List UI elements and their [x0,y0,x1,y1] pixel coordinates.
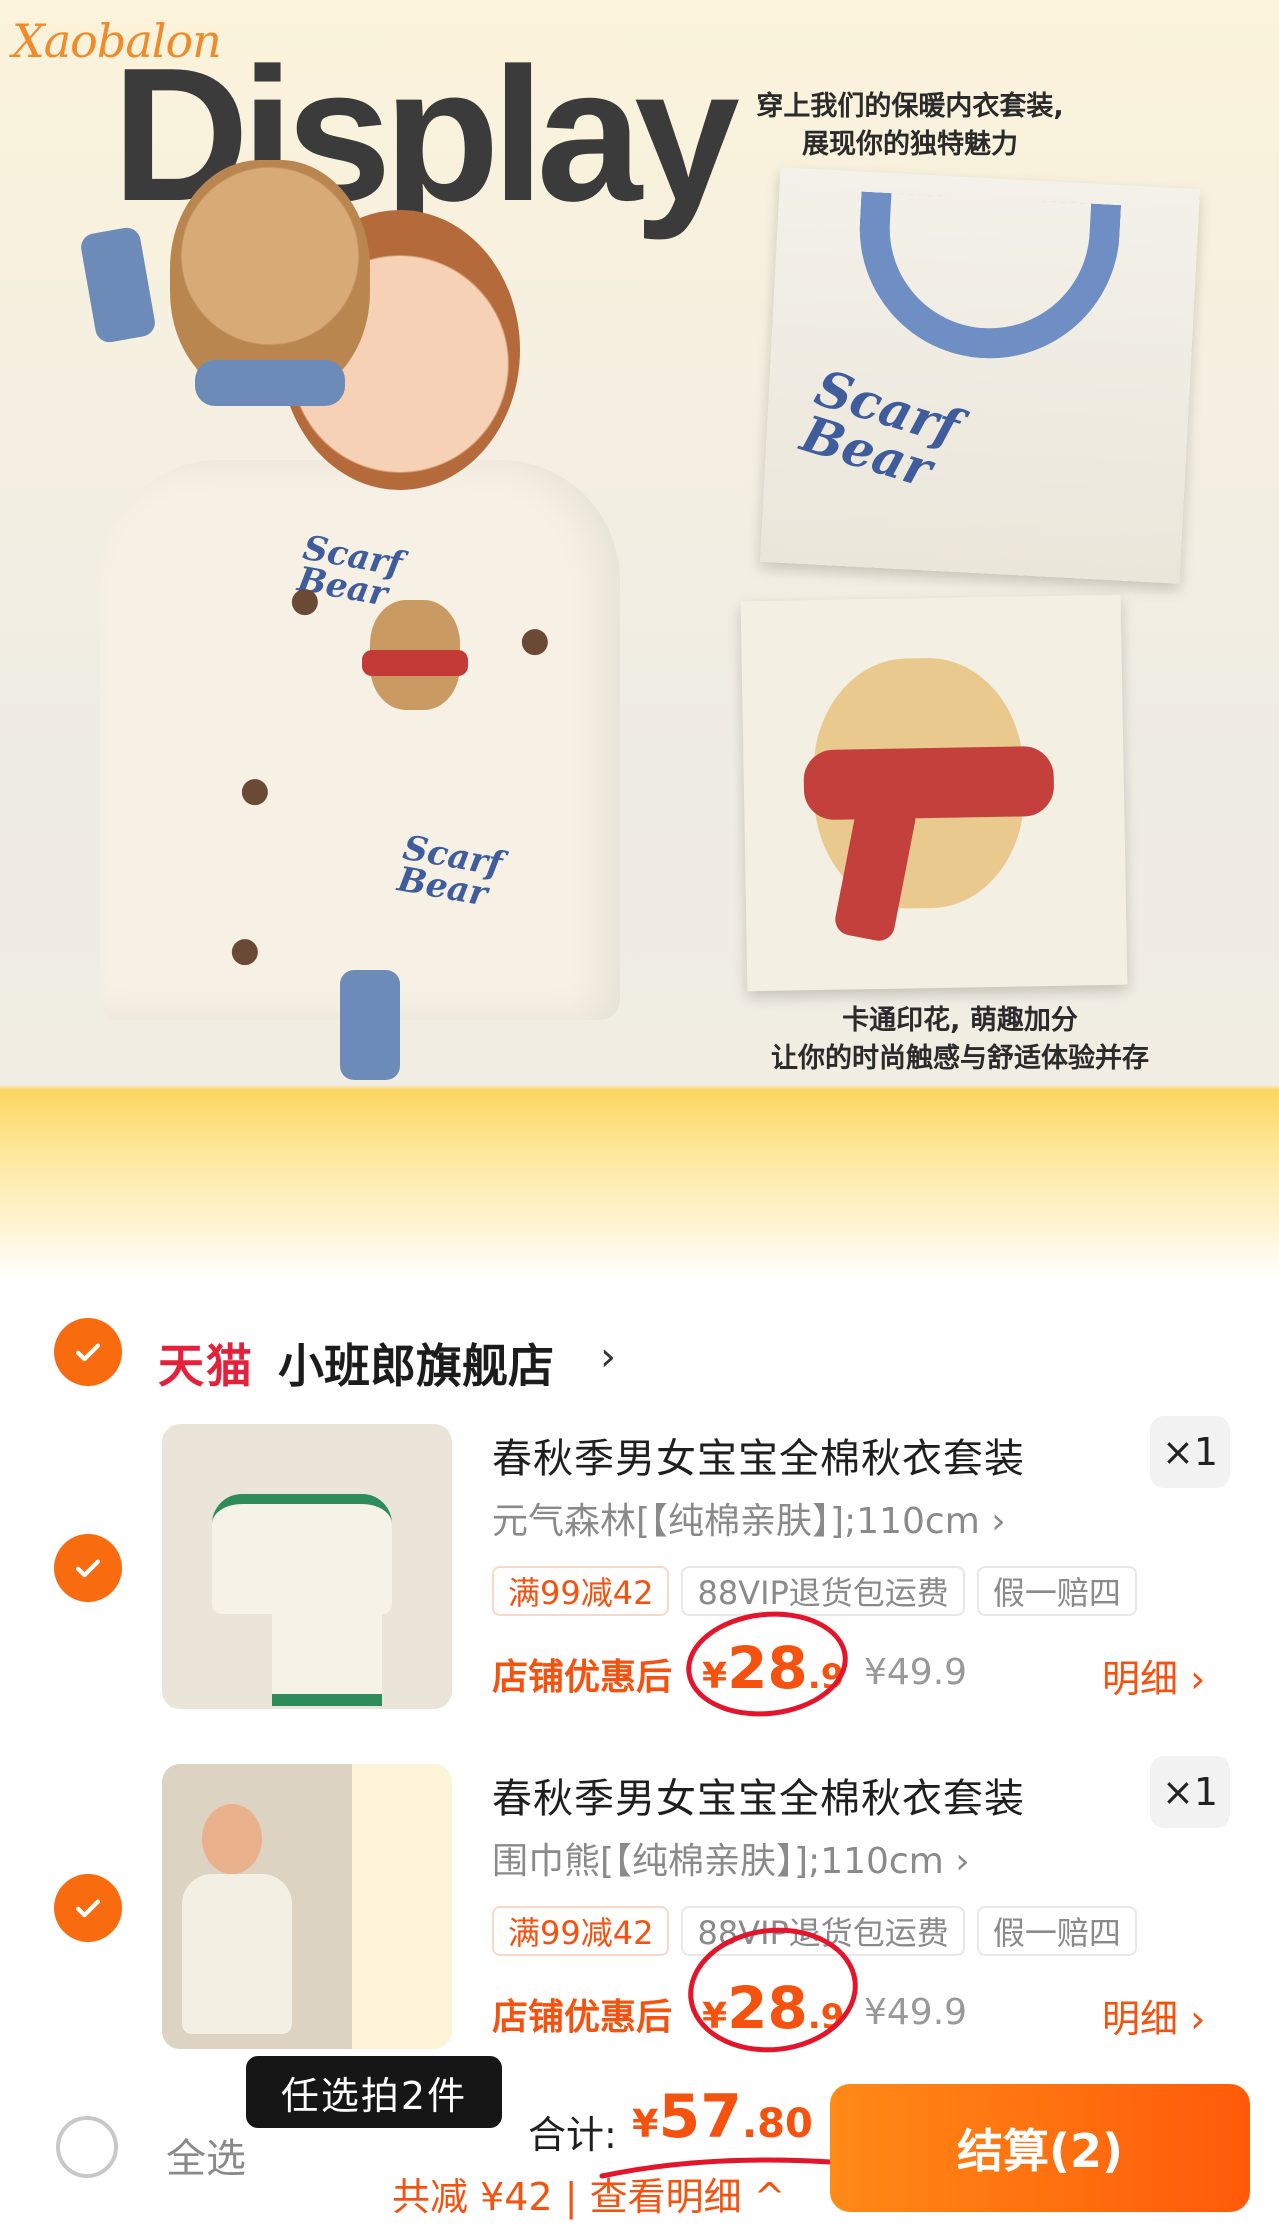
paw-print-icon: ● [230,930,260,970]
original-price: ¥49.9 [864,1992,968,2033]
store-name[interactable]: 小班郎旗舰店 [278,1330,554,1396]
product-title[interactable]: 春秋季男女宝宝全棉秋衣套装 [492,1766,1025,1824]
annotation-circle [681,1603,853,1725]
product-title[interactable]: 春秋季男女宝宝全棉秋衣套装 [492,1426,1025,1484]
bear-scarf-illustration [803,745,1055,821]
model-shirt: Scarf Bear Scarf Bear ● ● ● ● [100,460,620,1020]
promo-tags: 满99减42 88VIP退货包运费 假一赔四 [492,1566,1137,1616]
collar-detail-photo: Scarf Bear [759,167,1201,584]
quantity-stepper[interactable]: ×1 [1150,1416,1230,1488]
cart-item[interactable]: 春秋季男女宝宝全棉秋衣套装 ×1 围巾熊[【纯棉亲肤】];110cm › 满99… [0,1756,1279,2061]
discount-detail-link[interactable]: 共减 ¥42 | 查看明细 ^ [392,2166,786,2221]
print-detail-photo [740,594,1128,992]
total-price: ¥57.80 [632,2082,813,2152]
service-tag: 假一赔四 [976,1566,1137,1616]
service-tag: 假一赔四 [976,1906,1137,1956]
item-select-checkbox[interactable] [54,1874,122,1942]
price-row: 店铺优惠后 ¥28.9 ¥49.9 明细 › [492,1919,1232,2061]
original-price: ¥49.9 [864,1652,968,1693]
price-detail-link[interactable]: 明细 › [1102,1648,1205,1703]
select-all-label[interactable]: 全选 [166,2126,246,2184]
product-thumbnail[interactable] [162,1764,452,2049]
collar-detail [853,191,1122,365]
quantity-stepper[interactable]: ×1 [1150,1756,1230,1828]
caption-line: 卡通印花, 萌趣加分 [842,1005,1078,1036]
tmall-logo: 天猫 [158,1339,254,1393]
promo-tooltip: 任选拍2件 [246,2056,502,2128]
caption-line: 穿上我们的保暖内衣套装, [756,91,1064,122]
price-row: 店铺优惠后 ¥28.9 ¥49.9 明细 › [492,1603,1232,1725]
paw-print-icon: ● [290,580,320,620]
store-header[interactable]: 天猫 小班郎旗舰店 › [0,1300,1279,1406]
cart-item[interactable]: 春秋季男女宝宝全棉秋衣套装 ×1 元气森林[【纯棉亲肤】];110cm › 满9… [0,1416,1279,1725]
thumb-pants [272,1594,382,1706]
thumb-shirt [182,1874,292,2034]
checkout-button[interactable]: 结算(2) [830,2084,1250,2212]
card-print-text: Scarf Bear [794,357,967,499]
teddy-scarf [195,360,345,406]
sku-selector[interactable]: 元气森林[【纯棉亲肤】];110cm › [492,1492,1006,1544]
thumb-side-panel [352,1764,452,2049]
paw-print-icon: ● [520,620,550,660]
checkmark-icon [75,1559,101,1578]
promo-tag: 满99减42 [492,1906,670,1956]
model-photo: Scarf Bear Scarf Bear ● ● ● ● [78,160,620,1090]
price-label: 店铺优惠后 [492,1997,673,2038]
select-all-checkbox[interactable] [56,2116,118,2178]
product-thumbnail[interactable] [162,1424,452,1709]
banner-caption-bottom: 卡通印花, 萌趣加分 让你的时尚触感与舒适体验并存 [720,1002,1200,1078]
chevron-right-icon[interactable]: › [600,1334,616,1380]
banner-caption-top: 穿上我们的保暖内衣套装, 展现你的独特魅力 [700,88,1120,164]
checkmark-icon [75,1899,101,1918]
checkmark-icon [75,1343,101,1362]
shirt-print-text: Scarf Bear [394,827,506,915]
promo-tag: 满99减42 [492,1566,670,1616]
bear-scarf-print [362,650,468,676]
product-banner: Xaobalon Display 穿上我们的保暖内衣套装, 展现你的独特魅力 S… [0,0,1279,1280]
store-select-checkbox[interactable] [54,1318,122,1386]
caption-line: 让你的时尚触感与舒适体验并存 [771,1043,1149,1074]
price-detail-link[interactable]: 明细 › [1102,1988,1205,2043]
service-tag: 88VIP退货包运费 [681,1566,965,1616]
thumb-face [202,1804,262,1874]
sleeve-cuff [340,970,400,1080]
sleeve-cuff [78,225,158,345]
item-select-checkbox[interactable] [54,1534,122,1602]
paw-print-icon: ● [240,770,270,810]
caption-line: 展现你的独特魅力 [802,129,1018,160]
price-label: 店铺优惠后 [492,1657,673,1698]
sku-selector[interactable]: 围巾熊[【纯棉亲肤】];110cm › [492,1832,970,1884]
